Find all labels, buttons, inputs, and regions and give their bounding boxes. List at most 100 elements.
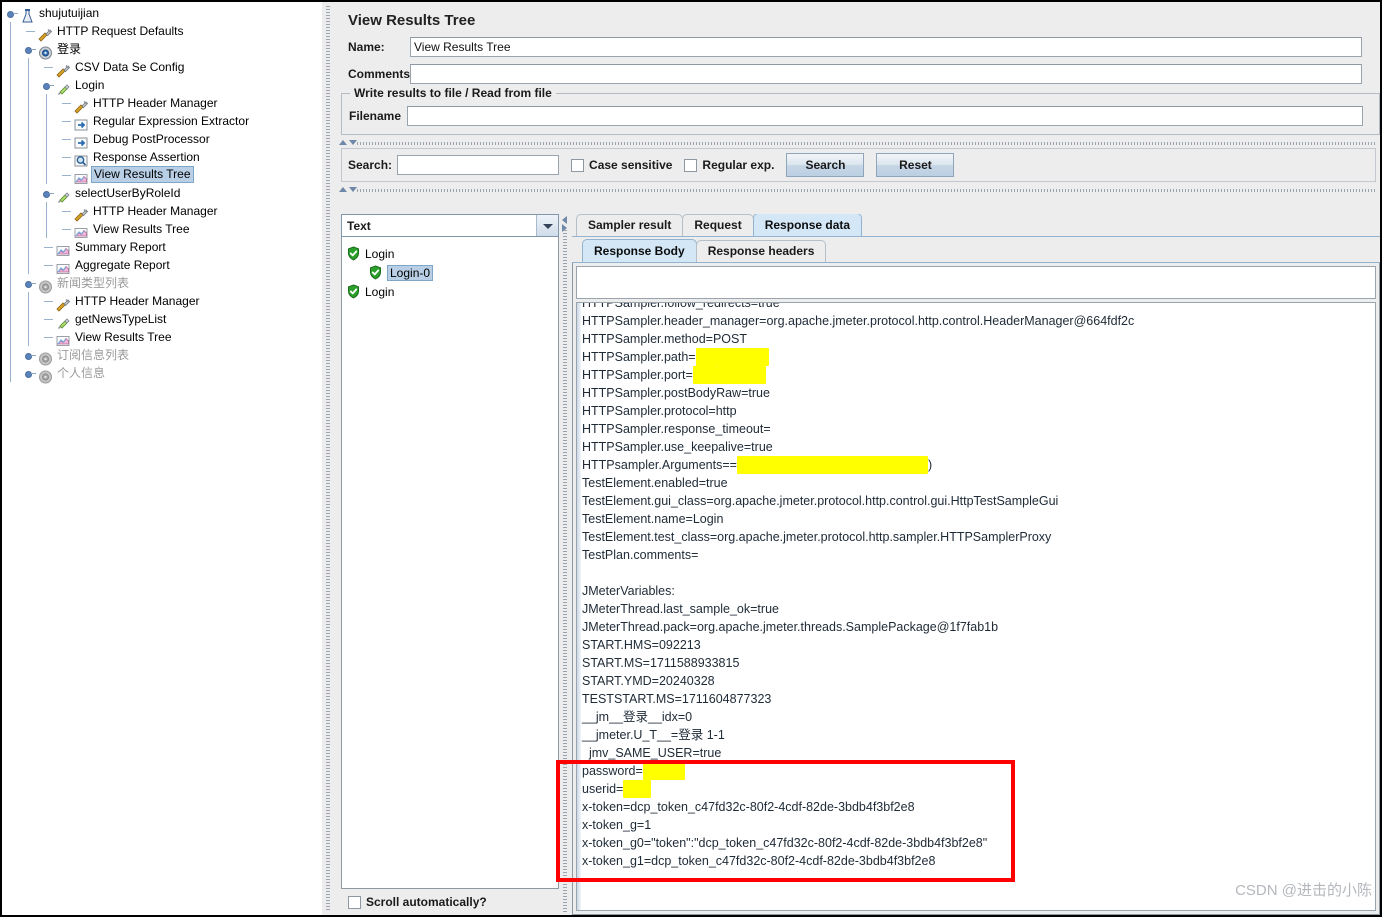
collapse-up-icon[interactable] (339, 187, 347, 192)
tree-node-label[interactable]: 登录 (57, 42, 81, 56)
subtab-response-body[interactable]: Response Body (582, 239, 697, 262)
tree-node-label[interactable]: 新闻类型列表 (57, 276, 129, 290)
tree-expander-icon[interactable] (24, 346, 37, 364)
response-text-viewport[interactable]: HTTPSampler.follow_redirects=true HTTPSam… (576, 302, 1376, 911)
tree-node-view-results-tree[interactable]: View Results Tree (2, 220, 322, 238)
tree-node-label[interactable]: Aggregate Report (75, 258, 170, 272)
result-node[interactable]: Login (342, 277, 558, 299)
collapse-up-icon[interactable] (339, 140, 347, 145)
primary-tabstrip[interactable]: Sampler result Request Response data (572, 214, 1380, 237)
tree-node-http-header-manager[interactable]: HTTP Header Manager (2, 94, 322, 114)
tree-node-view-results-tree[interactable]: View Results Tree (2, 166, 322, 184)
upper-split-divider[interactable] (335, 138, 1380, 148)
split-collapse-arrows-2[interactable] (339, 186, 359, 194)
tree-node-label[interactable]: 个人信息 (57, 366, 105, 380)
tree-node-selectuserbyroleid[interactable]: selectUserByRoleId (2, 184, 322, 203)
tab-request[interactable]: Request (682, 214, 754, 236)
tree-node-http-request-defaults[interactable]: HTTP Request Defaults (2, 22, 322, 42)
tree-node-label[interactable]: HTTP Request Defaults (57, 24, 184, 38)
comments-input[interactable] (410, 64, 1362, 84)
collapse-left-icon[interactable] (562, 216, 567, 224)
result-node[interactable]: Login-0 (342, 258, 558, 281)
search-button[interactable]: Search (786, 153, 865, 177)
scroll-automatically-box-icon[interactable] (348, 895, 361, 909)
tree-node-regular-expression-extractor[interactable]: Regular Expression Extractor (2, 112, 322, 131)
renderer-select[interactable]: Text (341, 214, 559, 237)
name-input[interactable] (410, 37, 1362, 57)
tree-node-新闻类型列表[interactable]: 新闻类型列表 (2, 274, 322, 294)
tree-node-登录[interactable]: 登录 (2, 40, 322, 60)
tree-node-label[interactable]: HTTP Header Manager (93, 96, 218, 110)
regular-exp-box-icon[interactable] (684, 158, 698, 172)
test-plan-tree[interactable]: shujutuijian HTTP Request Defaults 登录 CSV D… (0, 0, 322, 917)
case-sensitive-checkbox[interactable]: Case sensitive (571, 158, 672, 172)
tree-node-label[interactable]: CSV Data Se Config (75, 60, 184, 74)
tree-guide-line (10, 346, 11, 364)
tree-expander-icon[interactable] (24, 274, 37, 292)
tree-node-csv-data-se-config[interactable]: CSV Data Se Config (2, 58, 322, 78)
tree-node-label[interactable]: Summary Report (75, 240, 166, 254)
sample-results-tree[interactable]: Login Login-0 Login (341, 237, 559, 889)
tree-guide-line (28, 130, 29, 148)
chevron-down-icon[interactable] (536, 215, 558, 236)
scroll-automatically-checkbox[interactable]: Scroll automatically? (341, 889, 559, 915)
tree-node-订阅信息列表[interactable]: 订阅信息列表 (2, 346, 322, 366)
lower-split-divider[interactable] (335, 185, 1380, 195)
tree-node-debug-postprocessor[interactable]: Debug PostProcessor (2, 130, 322, 149)
tree-node-http-header-manager[interactable]: HTTP Header Manager (2, 292, 322, 312)
tree-node-label[interactable]: View Results Tree (75, 330, 172, 344)
tab-response-data[interactable]: Response data (752, 214, 863, 236)
collapse-down-icon[interactable] (349, 187, 357, 192)
tree-expander-icon[interactable] (42, 184, 55, 202)
tree-node-label[interactable]: HTTP Header Manager (75, 294, 200, 308)
result-node[interactable]: Login (342, 239, 558, 261)
result-node-label[interactable]: Login (365, 285, 394, 299)
test-plan-tree-list[interactable]: shujutuijian HTTP Request Defaults 登录 CSV D… (2, 2, 322, 384)
reset-button[interactable]: Reset (876, 153, 955, 177)
subtab-response-headers[interactable]: Response headers (695, 240, 827, 262)
search-input[interactable] (397, 155, 560, 175)
collapse-down-icon[interactable] (349, 140, 357, 145)
response-tabs-pane: Sampler result Request Response data Respo… (572, 214, 1380, 915)
tree-expander-icon[interactable] (42, 76, 55, 94)
tree-node-label[interactable]: 订阅信息列表 (57, 348, 129, 362)
tree-node-label[interactable]: HTTP Header Manager (93, 204, 218, 218)
tab-sampler-result[interactable]: Sampler result (576, 214, 684, 236)
tree-node-label[interactable]: View Results Tree (93, 222, 190, 236)
tree-node-label[interactable]: Regular Expression Extractor (93, 114, 249, 128)
split-collapse-arrows[interactable] (339, 139, 359, 147)
tree-node-shujutuijian[interactable]: shujutuijian (2, 4, 322, 23)
tree-guide-line (10, 40, 11, 58)
tree-node-summary-report[interactable]: Summary Report (2, 238, 322, 256)
tree-node-login[interactable]: Login (2, 76, 322, 95)
tree-guide-line (28, 184, 29, 202)
tree-node-label[interactable]: Login (75, 78, 104, 92)
response-line: userid= (582, 780, 1375, 798)
regular-exp-checkbox[interactable]: Regular exp. (684, 158, 774, 172)
tree-node-response-assertion[interactable]: Response Assertion (2, 148, 322, 167)
filename-input[interactable] (407, 106, 1363, 126)
tree-node-label[interactable]: View Results Tree (91, 166, 194, 183)
tree-node-个人信息[interactable]: 个人信息 (2, 364, 322, 384)
case-sensitive-box-icon[interactable] (571, 158, 585, 172)
tree-node-label[interactable]: shujutuijian (39, 6, 99, 20)
tree-node-label[interactable]: getNewsTypeList (75, 312, 166, 326)
jmeter-window: shujutuijian HTTP Request Defaults 登录 CSV D… (0, 0, 1382, 917)
tree-node-label[interactable]: selectUserByRoleId (75, 186, 180, 200)
secondary-tabstrip[interactable]: Response Body Response headers (572, 239, 1380, 263)
tree-node-label[interactable]: Response Assertion (93, 150, 200, 164)
tree-node-view-results-tree[interactable]: View Results Tree (2, 328, 322, 346)
tree-node-http-header-manager[interactable]: HTTP Header Manager (2, 202, 322, 222)
tree-expander-icon[interactable] (24, 40, 37, 58)
main-split-divider[interactable] (322, 0, 335, 917)
tree-expander-icon[interactable] (24, 364, 37, 382)
tree-expander-icon[interactable] (6, 4, 19, 22)
response-filter-input[interactable] (576, 266, 1376, 299)
response-line: password= (582, 762, 1375, 780)
tree-node-label[interactable]: Debug PostProcessor (93, 132, 210, 146)
results-split-divider[interactable] (559, 214, 572, 915)
tree-guide-line (28, 256, 29, 274)
tree-node-aggregate-report[interactable]: Aggregate Report (2, 256, 322, 274)
tree-node-getnewstypelist[interactable]: getNewsTypeList (2, 310, 322, 329)
tree-guide-line (10, 328, 11, 346)
